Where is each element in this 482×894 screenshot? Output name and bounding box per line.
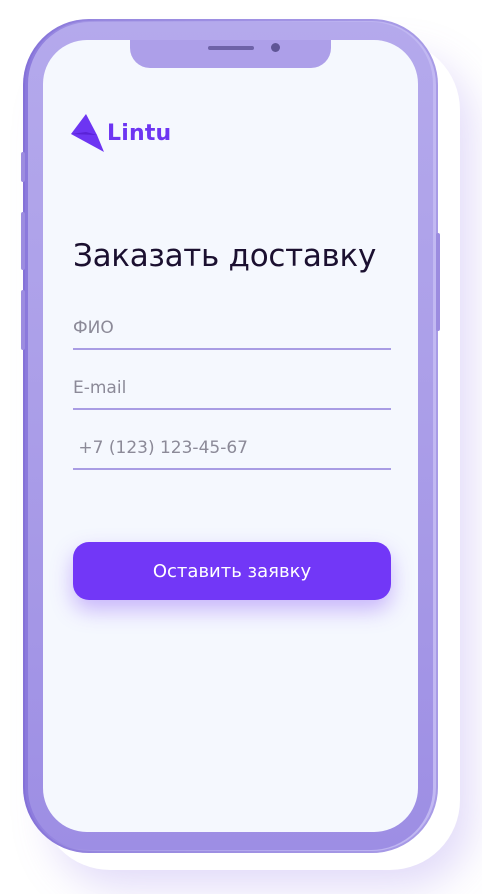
speaker-grille bbox=[208, 46, 254, 50]
submit-request-button[interactable]: Оставить заявку bbox=[73, 542, 391, 600]
lintu-bird-logo-icon bbox=[71, 114, 104, 152]
front-camera bbox=[271, 43, 280, 52]
phone-notch bbox=[130, 40, 331, 68]
brand-name: Lintu bbox=[107, 121, 172, 146]
brand-logo[interactable]: Lintu bbox=[70, 113, 171, 153]
full-name-input[interactable] bbox=[73, 308, 391, 348]
phone-input[interactable] bbox=[73, 428, 391, 468]
phone-field[interactable] bbox=[73, 428, 391, 470]
email-input[interactable] bbox=[73, 368, 391, 408]
phone-volume-up-button bbox=[21, 212, 25, 270]
phone-power-button bbox=[436, 233, 440, 331]
email-field[interactable] bbox=[73, 368, 391, 410]
page-title: Заказать доставку bbox=[73, 238, 376, 274]
phone-screen: Lintu Заказать доставку Оставить заявку bbox=[43, 40, 418, 832]
full-name-field[interactable] bbox=[73, 308, 391, 350]
phone-volume-down-button bbox=[21, 290, 25, 350]
phone-mute-switch bbox=[21, 152, 25, 182]
device-mockup-stage: Lintu Заказать доставку Оставить заявку bbox=[0, 0, 482, 894]
